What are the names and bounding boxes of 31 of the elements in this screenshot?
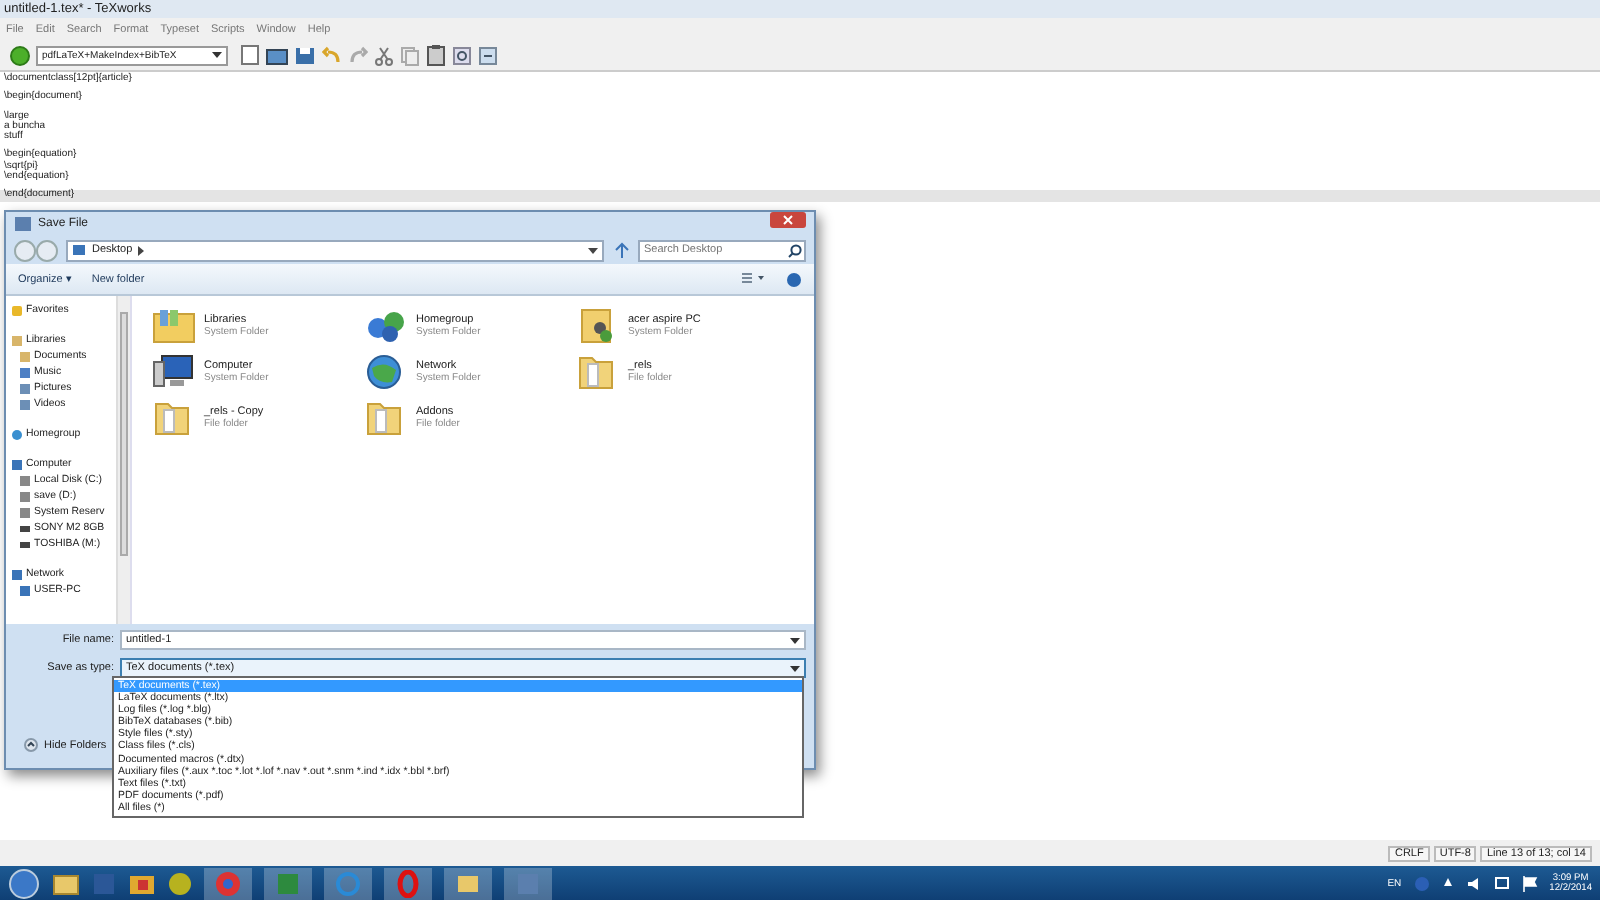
typeset-icon[interactable] bbox=[10, 45, 30, 65]
homegroup-icon bbox=[364, 307, 408, 343]
folder-icon[interactable] bbox=[52, 871, 80, 895]
flag-icon[interactable] bbox=[1521, 875, 1538, 891]
folder-icon[interactable] bbox=[266, 45, 288, 65]
nav-icon bbox=[12, 429, 22, 439]
new-document-icon[interactable] bbox=[240, 44, 260, 66]
folder-icon[interactable] bbox=[444, 867, 492, 899]
close-icon[interactable] bbox=[770, 212, 806, 228]
speaker-icon[interactable] bbox=[1465, 875, 1482, 891]
caret-icon bbox=[790, 637, 800, 643]
caret-icon bbox=[212, 52, 222, 58]
caret-icon bbox=[790, 665, 800, 671]
search-icon[interactable] bbox=[788, 243, 802, 257]
library-icon bbox=[152, 307, 196, 343]
scrollbar[interactable] bbox=[116, 296, 130, 624]
nav-icon bbox=[12, 305, 22, 315]
save-icon[interactable] bbox=[294, 45, 316, 65]
up-arrow-icon[interactable] bbox=[1441, 875, 1454, 891]
folder-icon[interactable] bbox=[128, 871, 156, 895]
desktop-icon bbox=[72, 244, 86, 256]
collapse-icon bbox=[24, 738, 38, 752]
chevron-icon bbox=[138, 245, 145, 255]
circle-icon[interactable] bbox=[168, 871, 192, 895]
refresh-icon[interactable] bbox=[612, 241, 630, 259]
computer-icon bbox=[152, 353, 196, 389]
cut-icon[interactable] bbox=[374, 45, 394, 65]
view-options-icon[interactable] bbox=[742, 272, 766, 286]
caret-icon[interactable] bbox=[588, 247, 598, 253]
clipboard-icon[interactable] bbox=[426, 44, 446, 66]
start-orb-icon[interactable] bbox=[8, 867, 40, 899]
